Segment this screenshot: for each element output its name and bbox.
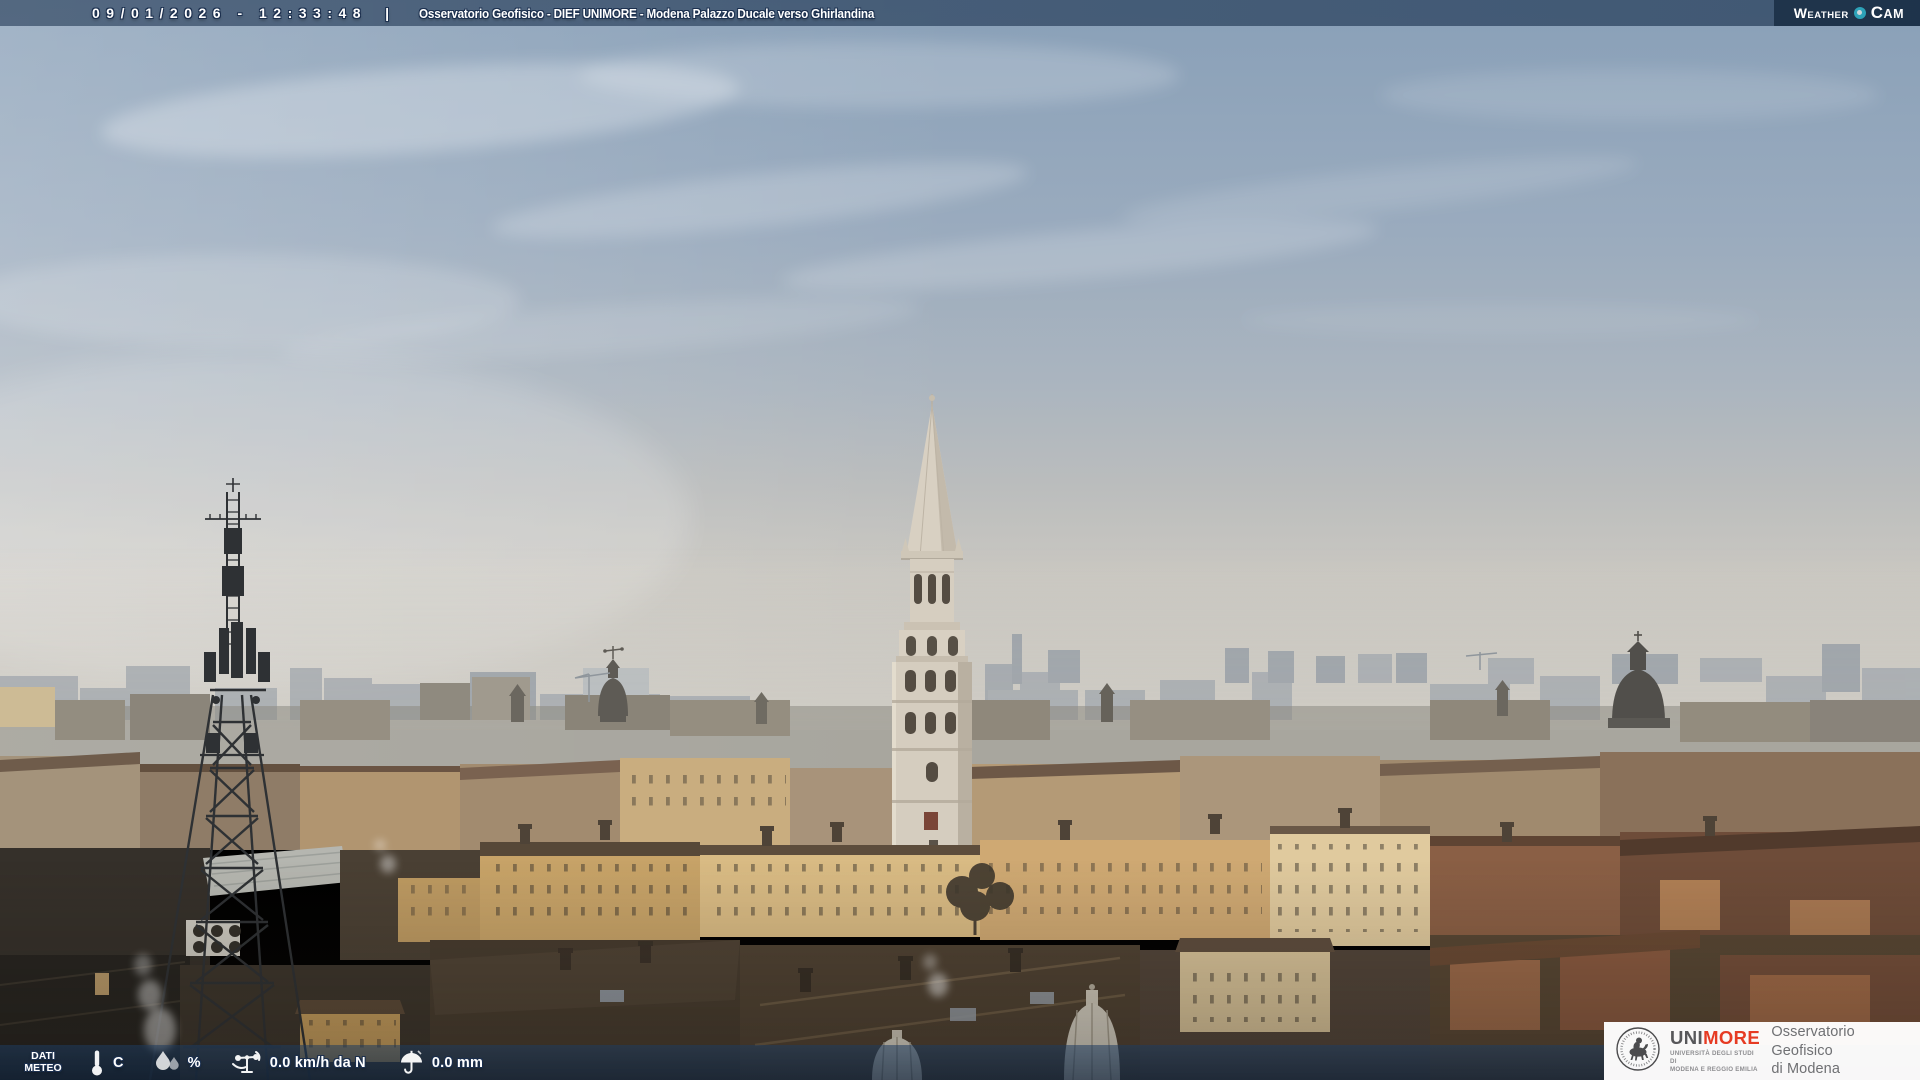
camera-title: Osservatorio Geofisico - DIEF UNIMORE - … (418, 5, 875, 21)
webcam-photo (0, 0, 1920, 1080)
thermometer-icon (90, 1049, 104, 1076)
weathercam-cam-text: CAM (1870, 3, 1904, 22)
unimore-more-text: MORE (1703, 1026, 1761, 1048)
temperature-value: C (113, 1054, 124, 1071)
weathercam-weather-text: WEATHER (1793, 5, 1849, 21)
humidity-drops-icon (154, 1050, 181, 1075)
rain-umbrella-icon (398, 1049, 425, 1076)
weathercam-logo[interactable]: WEATHER CAM (1773, 0, 1920, 26)
weathercam-dot-icon (1853, 7, 1866, 19)
rain-value: 0.0 mm (431, 1054, 484, 1071)
separator: | (385, 5, 389, 21)
wind-anemometer-icon (231, 1050, 262, 1076)
humidity-value: % (187, 1054, 201, 1071)
unimore-wordmark: UNIMORE UNIVERSITÀ DEGLI STUDI DI MODENA… (1670, 1026, 1762, 1074)
top-overlay-bar: 09/01/2026 - 12:33:48 | Osservatorio Geo… (0, 0, 1920, 26)
data-label: DATI METEO (24, 1049, 62, 1074)
timestamp: 09/01/2026 - 12:33:48 (92, 5, 368, 21)
unimore-seal-icon (1615, 1026, 1661, 1077)
university-name-line1: UNIVERSITÀ DEGLI STUDI DI (1670, 1050, 1754, 1065)
observatory-name: Osservatorio Geofisico di Modena (1771, 1023, 1855, 1078)
university-name-line2: MODENA E REGGIO EMILIA (1670, 1065, 1758, 1073)
unimore-logo-box[interactable]: UNIMORE UNIVERSITÀ DEGLI STUDI DI MODENA… (1604, 1022, 1920, 1080)
unimore-uni-text: UNI (1670, 1026, 1704, 1048)
webcam-page: 09/01/2026 - 12:33:48 | Osservatorio Geo… (0, 0, 1920, 1080)
wind-value: 0.0 km/h da N (269, 1054, 366, 1071)
